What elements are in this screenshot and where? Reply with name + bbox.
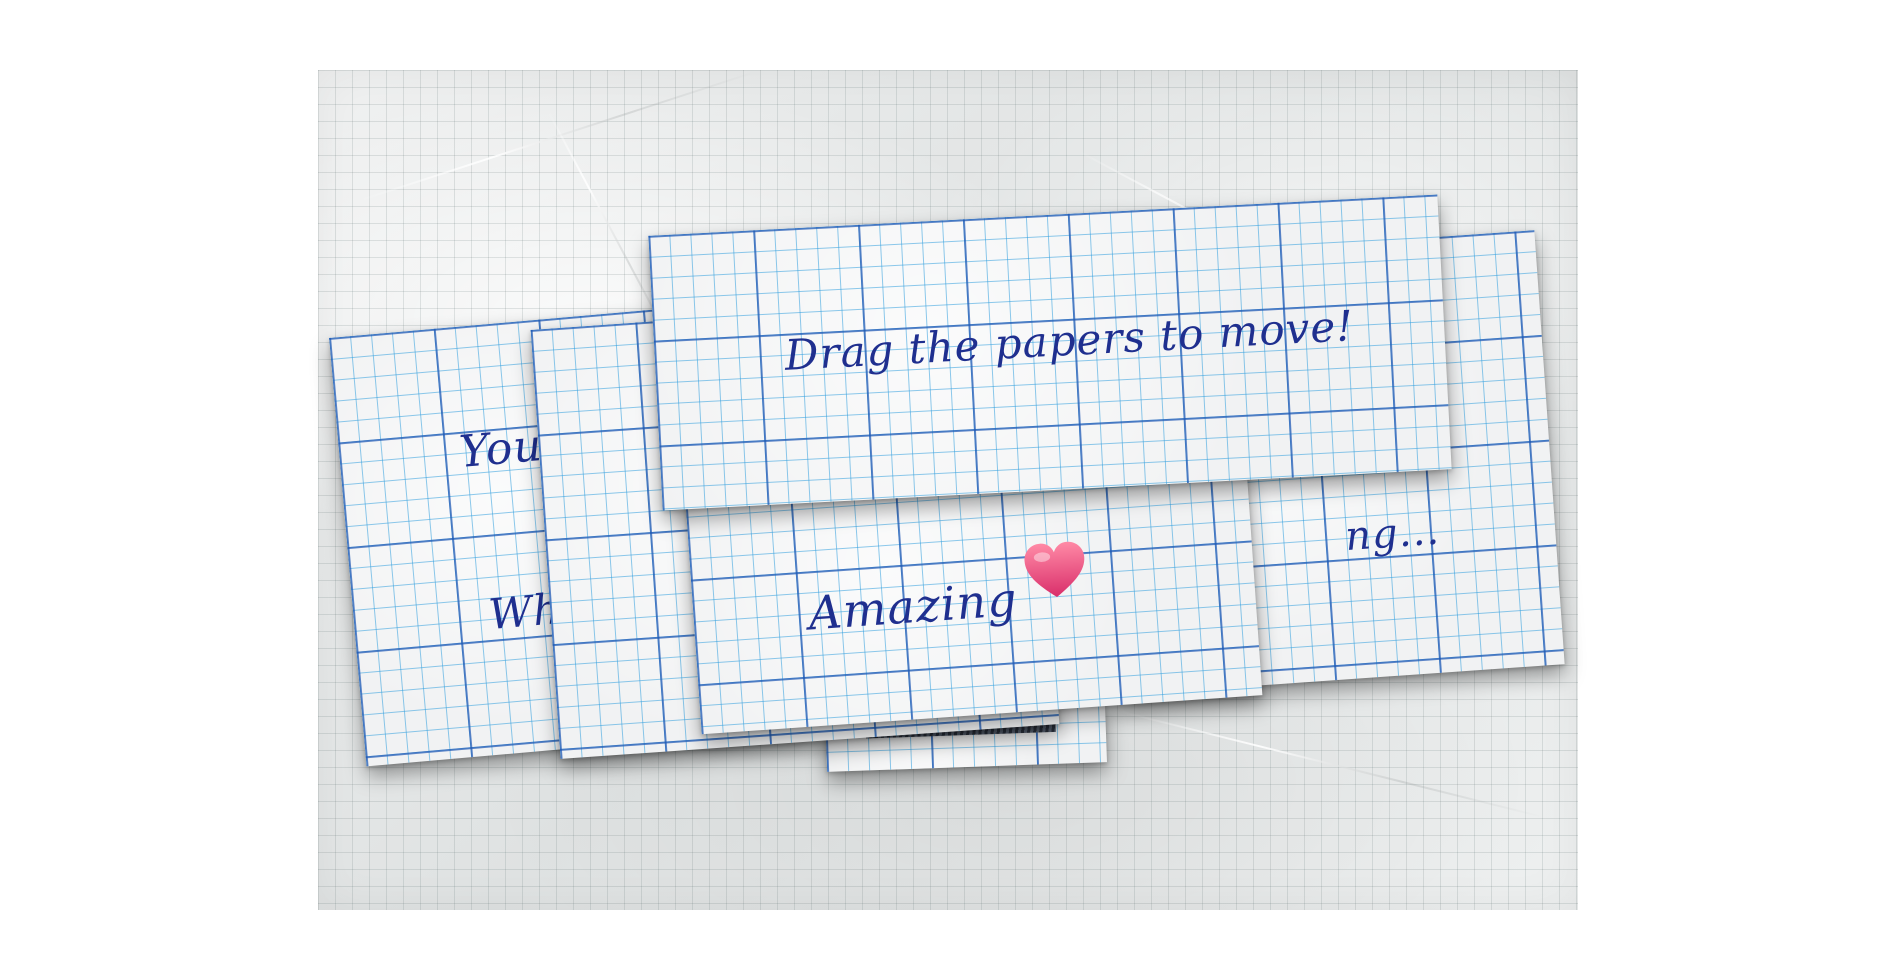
paper-crease [357,70,758,202]
paper-crease [1117,710,1546,819]
paper-text-ing: ng... [1343,507,1442,561]
paper-drag-hint[interactable]: Drag the papers to move! [648,194,1452,511]
paper-text-you: You [457,419,545,478]
paper-text-drag-hint: Drag the papers to move! [783,301,1356,380]
heart-icon [1024,541,1085,598]
paper-text-amazing: Amazing [806,572,1020,641]
